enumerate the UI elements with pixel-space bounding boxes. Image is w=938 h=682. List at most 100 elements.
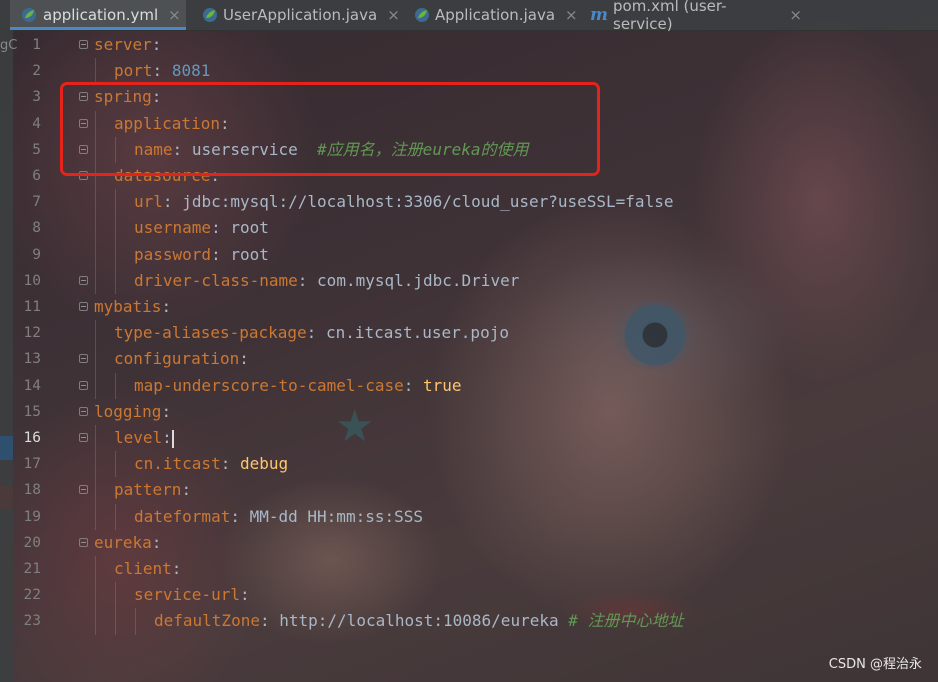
yaml-colon: :	[162, 192, 173, 212]
indent-guide	[95, 425, 96, 530]
yaml-value: root	[230, 218, 269, 238]
yaml-key: url	[134, 192, 163, 212]
yaml-key: dateformat	[134, 506, 231, 526]
yaml-colon: :	[162, 428, 172, 447]
tab-label: application.yml	[43, 6, 159, 24]
line-number: 19	[23, 508, 41, 525]
line-number: 3	[32, 89, 41, 106]
code-line[interactable]: service-url:	[93, 582, 250, 608]
line-number: 9	[32, 246, 41, 263]
code-line[interactable]: configuration:	[93, 346, 249, 372]
yaml-colon: :	[259, 611, 270, 631]
yaml-colon: :	[152, 61, 163, 81]
yaml-key: eureka	[94, 532, 152, 552]
code-line[interactable]: map-underscore-to-camel-case: true	[93, 373, 462, 399]
code-line[interactable]: level:	[93, 425, 174, 451]
indent-guide	[115, 372, 116, 399]
yaml-colon: :	[211, 218, 221, 238]
yaml-value: com.mysql.jdbc.Driver	[317, 270, 520, 290]
yaml-colon: :	[230, 506, 240, 526]
yaml-colon: :	[239, 585, 250, 605]
maven-m-icon: m	[590, 5, 608, 25]
line-number: 7	[32, 194, 41, 211]
close-tab-icon[interactable]: ×	[789, 6, 802, 24]
yaml-key: driver-class-name	[134, 270, 298, 290]
code-line[interactable]: eureka:	[93, 530, 161, 556]
yaml-value: cn.itcast.user.pojo	[325, 323, 509, 343]
code-line[interactable]: server:	[93, 32, 161, 58]
tab-pom-xml-user-service[interactable]: m pom.xml (user-service) ×	[580, 0, 802, 33]
yaml-value: MM-dd HH:mm:ss:SSS	[249, 506, 423, 526]
project-panel-edge: gC	[0, 30, 17, 682]
editor-tab-bar: application.yml × UserApplication.java × App…	[0, 0, 938, 33]
yaml-colon: :	[151, 35, 162, 54]
code-line[interactable]: defaultZone: http://localhost:10086/eure…	[93, 608, 684, 634]
project-panel-selection	[0, 436, 13, 460]
yaml-key: configuration	[114, 349, 240, 369]
code-line[interactable]: driver-class-name: com.mysql.jdbc.Driver	[93, 268, 519, 294]
line-number: 8	[32, 220, 41, 237]
yaml-colon: :	[211, 244, 221, 264]
yaml-value: root	[230, 244, 269, 264]
code-line[interactable]: client:	[93, 556, 181, 582]
indent-guide	[115, 189, 116, 294]
yaml-colon: :	[220, 454, 231, 474]
yaml-value: http://localhost:10086/eureka	[279, 611, 559, 631]
indent-guide	[95, 320, 96, 399]
code-line[interactable]: dateformat: MM-dd HH:mm:ss:SSS	[93, 504, 423, 530]
yaml-colon: :	[151, 532, 162, 552]
watermark: CSDN @程治永	[828, 657, 922, 672]
line-number: 23	[23, 613, 41, 630]
yaml-value: jdbc:mysql://localhost:3306/cloud_user?u…	[182, 192, 674, 212]
fold-toggle-icon[interactable]	[79, 537, 88, 547]
indent-guide	[135, 608, 136, 635]
yaml-key: server	[94, 35, 152, 54]
code-line[interactable]: username: root	[93, 215, 269, 241]
yaml-key: password	[134, 244, 212, 264]
code-line[interactable]: url: jdbc:mysql://localhost:3306/cloud_u…	[93, 189, 673, 215]
close-tab-icon[interactable]: ×	[565, 6, 578, 24]
code-line[interactable]: logging:	[93, 399, 171, 425]
fold-toggle-icon[interactable]	[79, 275, 88, 285]
spring-leaf-icon	[20, 6, 38, 24]
close-tab-icon[interactable]: ×	[168, 6, 181, 24]
yaml-key: logging	[94, 401, 162, 421]
line-number: 14	[23, 377, 41, 394]
yaml-comment: # 注册中心地址	[568, 611, 684, 631]
line-number: 2	[32, 63, 41, 80]
code-line[interactable]: type-aliases-package: cn.itcast.user.poj…	[93, 320, 509, 346]
yaml-key: port	[114, 61, 153, 81]
yaml-key: cn.itcast	[134, 454, 221, 474]
fold-toggle-icon[interactable]	[79, 40, 88, 49]
fold-toggle-icon[interactable]	[79, 354, 88, 364]
tab-application-java[interactable]: Application.java ×	[404, 0, 578, 30]
tab-label: UserApplication.java	[223, 6, 378, 24]
yaml-key: type-aliases-package	[114, 323, 307, 343]
line-number: 10	[23, 272, 41, 289]
yaml-colon: :	[403, 375, 414, 395]
fold-toggle-icon[interactable]	[79, 485, 88, 495]
fold-toggle-icon[interactable]	[79, 406, 88, 416]
fold-toggle-icon[interactable]	[79, 433, 88, 442]
yaml-colon: :	[306, 323, 317, 343]
project-panel-partial-label: gC	[0, 38, 18, 53]
close-tab-icon[interactable]: ×	[387, 6, 400, 24]
fold-toggle-icon[interactable]	[79, 302, 88, 311]
yaml-key: mybatis	[94, 297, 162, 316]
tab-application-yml[interactable]: application.yml ×	[10, 0, 186, 30]
line-number: 11	[23, 299, 41, 315]
tab-userapplication-java[interactable]: UserApplication.java ×	[192, 0, 400, 30]
code-line[interactable]: password: root	[93, 242, 269, 268]
code-line[interactable]: pattern:	[93, 477, 191, 503]
line-number: 22	[23, 587, 41, 604]
code-line[interactable]: port: 8081	[93, 58, 210, 84]
code-line[interactable]: cn.itcast: debug	[93, 451, 288, 477]
code-line[interactable]: mybatis:	[93, 294, 171, 320]
yaml-colon: :	[297, 270, 308, 290]
yaml-key: map-underscore-to-camel-case	[134, 375, 404, 395]
fold-toggle-icon[interactable]	[79, 380, 88, 390]
yaml-value: true	[423, 375, 462, 395]
line-number: 16	[23, 430, 41, 446]
spring-class-icon	[202, 6, 218, 24]
indent-guide	[115, 503, 116, 530]
